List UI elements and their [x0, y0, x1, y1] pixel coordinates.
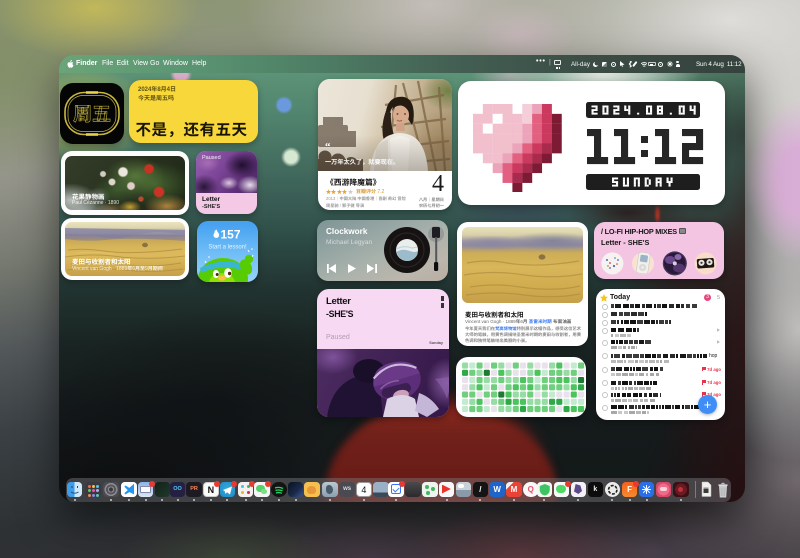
svg-text:157: 157: [221, 228, 241, 242]
svg-text:Start a lesson!: Start a lesson!: [208, 245, 247, 251]
svg-text:周五: 周五: [73, 100, 111, 127]
